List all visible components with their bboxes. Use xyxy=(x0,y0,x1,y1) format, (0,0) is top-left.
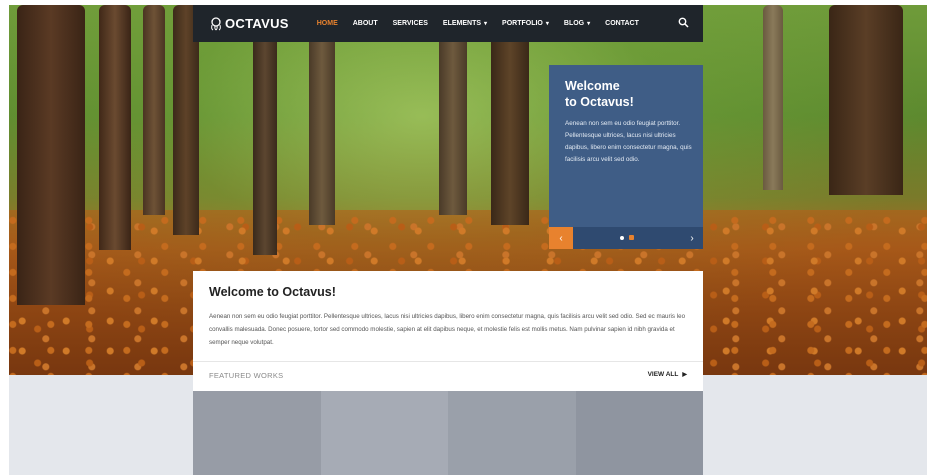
tree-trunk xyxy=(439,35,467,215)
nav-label: SERVICES xyxy=(392,20,428,27)
octopus-icon xyxy=(211,16,221,30)
tree-trunk xyxy=(143,5,165,215)
chevron-left-icon: ‹ xyxy=(559,232,563,244)
nav-item-services[interactable]: SERVICES xyxy=(393,20,428,27)
nav-item-blog[interactable]: BLOG ▾ xyxy=(564,20,590,27)
slider-controls: ‹ › xyxy=(549,227,703,249)
nav-label: BLOG xyxy=(563,20,585,27)
nav-item-elements[interactable]: ELEMENTS ▾ xyxy=(443,20,487,27)
view-all-link[interactable]: VIEW ALL ▶ xyxy=(648,371,687,378)
nav-label: HOME xyxy=(316,20,338,27)
site-logo[interactable]: OCTAVUS xyxy=(209,16,289,31)
nav-item-contact[interactable]: CONTACT xyxy=(605,20,639,27)
view-all-label: VIEW ALL xyxy=(647,371,679,378)
welcome-title: Welcome to Octavus! xyxy=(209,285,336,299)
tree-trunk xyxy=(17,5,85,305)
slider-title-line1: Welcome xyxy=(565,79,620,93)
featured-works-heading: FEATURED WORKS xyxy=(209,371,284,380)
caret-down-icon: ▾ xyxy=(587,21,591,27)
page-frame: OCTAVUS HOME ABOUT SERVICES ELEMENTS ▾ PO… xyxy=(9,5,927,475)
welcome-slider-box: Welcome to Octavus! Aenean non sem eu od… xyxy=(549,65,703,249)
tree-trunk xyxy=(309,35,335,225)
nav-label: CONTACT xyxy=(605,20,639,27)
top-navbar: OCTAVUS HOME ABOUT SERVICES ELEMENTS ▾ PO… xyxy=(193,5,703,42)
welcome-panel: Welcome to Octavus! Aenean non sem eu od… xyxy=(193,271,703,391)
caret-down-icon: ▾ xyxy=(545,21,549,27)
slider-dot[interactable] xyxy=(620,236,624,240)
logo-text: OCTAVUS xyxy=(225,16,289,31)
caret-down-icon: ▾ xyxy=(484,21,488,27)
slider-prev-button[interactable]: ‹ xyxy=(549,227,573,249)
nav-item-about[interactable]: ABOUT xyxy=(353,20,378,27)
nav-label: ABOUT xyxy=(352,20,378,27)
search-icon[interactable] xyxy=(678,17,689,28)
tree-trunk xyxy=(829,5,903,195)
slider-next-button[interactable]: › xyxy=(681,227,703,249)
tree-trunk xyxy=(253,35,277,255)
featured-work-tile[interactable] xyxy=(448,391,576,475)
welcome-text: Aenean non sem eu odio feugiat porttitor… xyxy=(209,313,686,346)
tree-trunk xyxy=(99,5,131,250)
nav-label: PORTFOLIO xyxy=(502,20,543,27)
featured-work-tile[interactable] xyxy=(575,391,703,475)
tree-trunk xyxy=(491,35,529,225)
nav-item-portfolio[interactable]: PORTFOLIO ▾ xyxy=(502,20,549,27)
slider-title-line2: to Octavus! xyxy=(565,95,634,109)
slider-text: Aenean non sem eu odio feugiat porttitor… xyxy=(565,120,692,163)
slider-title: Welcome to Octavus! xyxy=(565,78,690,110)
featured-work-tile[interactable] xyxy=(320,391,448,475)
slider-dot-active[interactable] xyxy=(629,235,634,240)
chevron-right-icon: › xyxy=(690,232,694,244)
nav-item-home[interactable]: HOME xyxy=(317,20,338,27)
tree-trunk xyxy=(763,5,783,190)
featured-work-tile[interactable] xyxy=(193,391,321,475)
nav-label: ELEMENTS xyxy=(442,20,482,27)
arrow-right-icon: ▶ xyxy=(682,372,687,378)
divider xyxy=(193,361,703,362)
featured-works-grid xyxy=(193,391,703,475)
